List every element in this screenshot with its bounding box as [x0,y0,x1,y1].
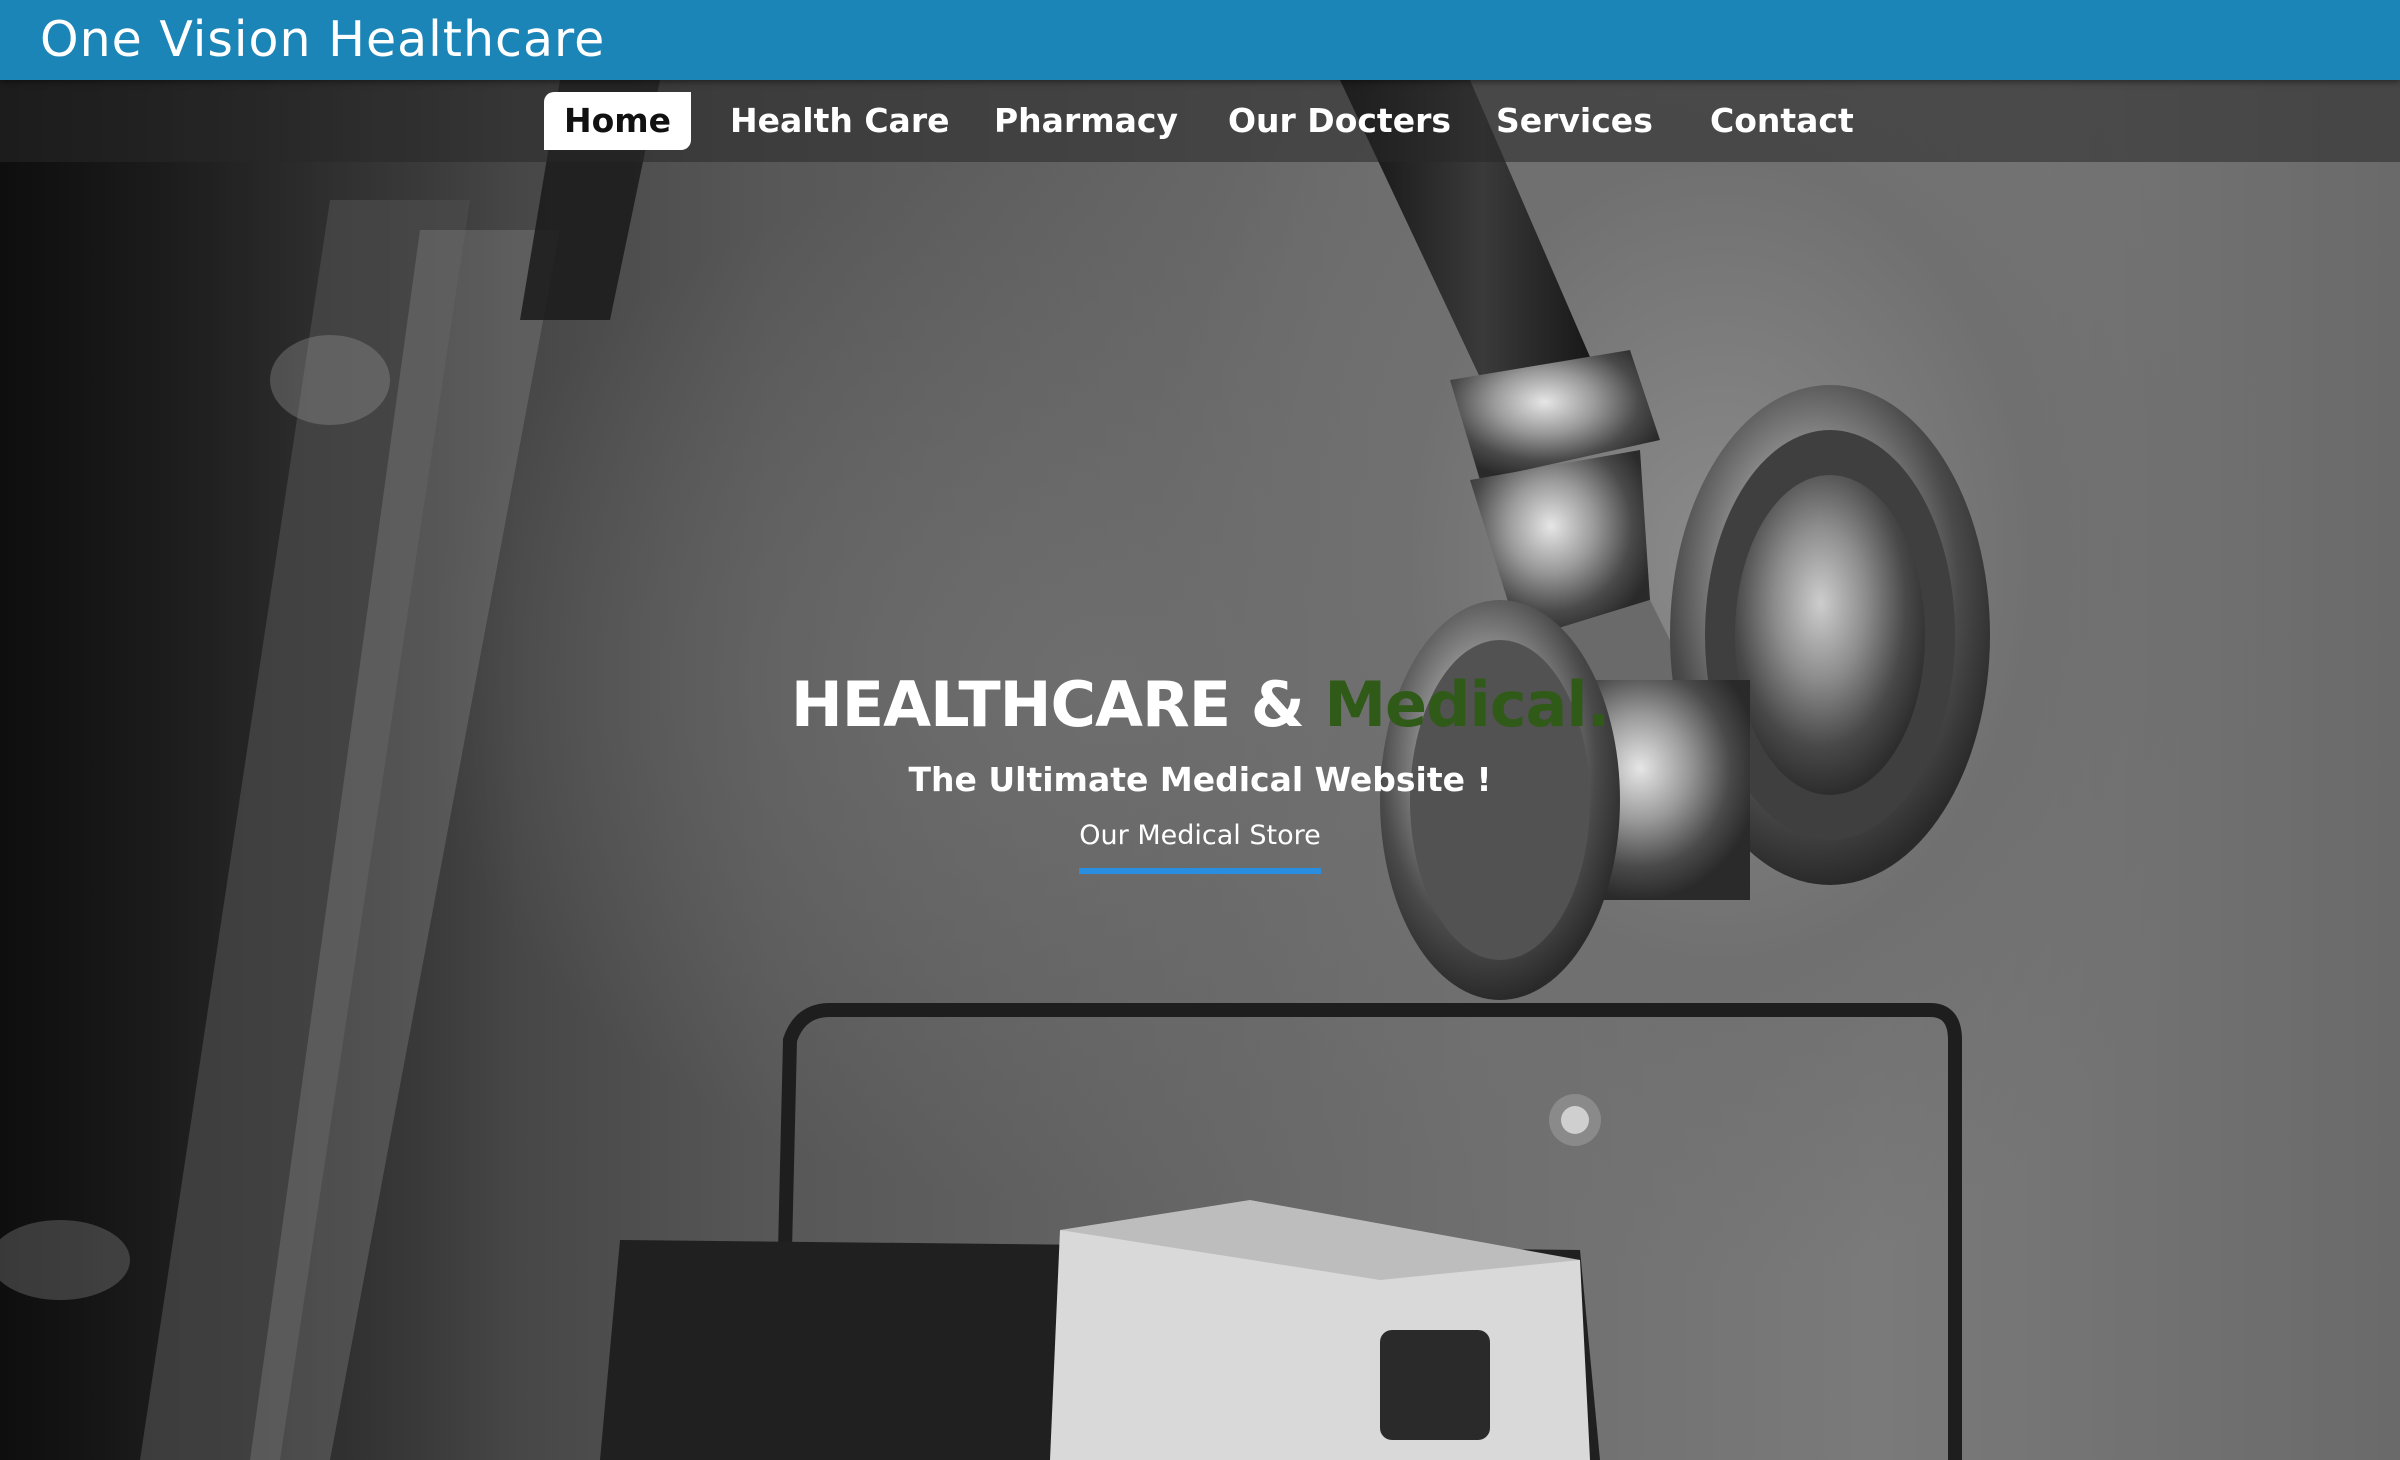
hero-content: HEALTHCARE & Medical. The Ultimate Medic… [700,660,1700,874]
site-title[interactable]: One Vision Healthcare [40,10,605,70]
nav-health-care[interactable]: Health Care [710,92,969,150]
nav-home[interactable]: Home [544,92,692,150]
top-brand-bar: One Vision Healthcare [0,0,2400,80]
medical-store-link[interactable]: Our Medical Store [1079,816,1321,874]
nav-contact[interactable]: Contact [1690,92,1874,150]
main-nav: Home Health Care Pharmacy Our Docters Se… [0,80,2400,162]
headline-accent: Medical. [1324,668,1610,741]
nav-pharmacy[interactable]: Pharmacy [974,92,1198,150]
nav-our-docters[interactable]: Our Docters [1208,92,1471,150]
nav-services[interactable]: Services [1476,92,1673,150]
hero-headline: HEALTHCARE & Medical. [700,660,1700,750]
headline-main: HEALTHCARE & [790,668,1325,741]
hero-tagline: The Ultimate Medical Website ! [908,760,1492,799]
page: One Vision Healthcare Home Health Care P… [0,0,2400,1460]
